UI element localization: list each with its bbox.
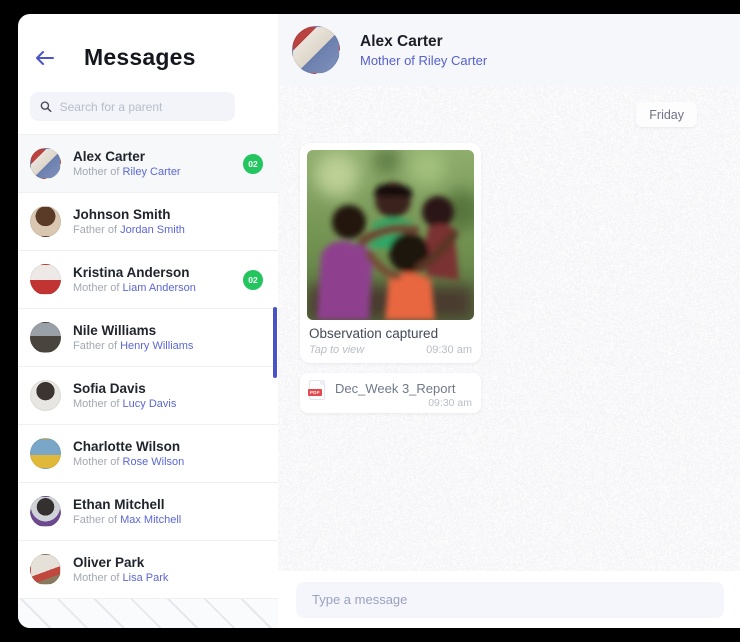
chat-message-area: Friday — [278, 86, 740, 571]
search-box — [30, 92, 235, 121]
chat-header: Alex Carter Mother of Riley Carter — [278, 14, 740, 86]
contact-name: Alex Carter — [73, 148, 243, 165]
tap-to-view-hint: Tap to view — [309, 344, 364, 356]
back-button[interactable] — [31, 47, 57, 69]
contact-name: Kristina Anderson — [73, 264, 243, 281]
search-icon — [40, 100, 52, 113]
chat-contact-name: Alex Carter — [360, 32, 487, 52]
contact-relation: Father of Max Mitchell — [73, 513, 263, 528]
contact-list: Alex Carter Mother of Riley Carter 02 Jo… — [18, 134, 278, 628]
contact-row-alex-carter[interactable]: Alex Carter Mother of Riley Carter 02 — [18, 135, 278, 193]
unread-badge: 02 — [243, 154, 263, 174]
contact-relation: Father of Jordan Smith — [73, 223, 263, 238]
avatar — [30, 322, 61, 353]
contact-name: Charlotte Wilson — [73, 438, 263, 455]
message-timestamp: 09:30 am — [428, 397, 472, 409]
contact-row-nile-williams[interactable]: Nile Williams Father of Henry Williams — [18, 309, 278, 367]
observation-photo[interactable] — [307, 150, 474, 320]
date-separator: Friday — [636, 102, 697, 127]
contact-relation: Mother of Riley Carter — [73, 165, 243, 180]
avatar — [30, 554, 61, 585]
contact-row-johnson-smith[interactable]: Johnson Smith Father of Jordan Smith — [18, 193, 278, 251]
file-message-card[interactable]: PDF Dec_Week 3_Report 09:30 am — [300, 373, 481, 413]
chat-contact-subtitle: Mother of Riley Carter — [360, 52, 487, 69]
image-message-card[interactable]: Observation captured Tap to view 09:30 a… — [300, 143, 481, 363]
search-input[interactable] — [60, 100, 225, 114]
unread-badge: 02 — [243, 270, 263, 290]
page-title: Messages — [84, 44, 196, 71]
contact-name: Ethan Mitchell — [73, 496, 263, 513]
avatar — [30, 148, 61, 179]
contact-row-kristina-anderson[interactable]: Kristina Anderson Mother of Liam Anderso… — [18, 251, 278, 309]
avatar — [30, 438, 61, 469]
arrow-left-icon — [35, 51, 54, 65]
contact-row-sofia-davis[interactable]: Sofia Davis Mother of Lucy Davis — [18, 367, 278, 425]
contact-relation: Mother of Rose Wilson — [73, 455, 263, 470]
message-composer — [278, 571, 740, 628]
avatar — [30, 496, 61, 527]
main-frame: Messages Alex Carter Mother of Riley Car… — [18, 14, 740, 628]
contact-relation: Father of Henry Williams — [73, 339, 263, 354]
contact-row-charlotte-wilson[interactable]: Charlotte Wilson Mother of Rose Wilson — [18, 425, 278, 483]
conversations-sidebar: Messages Alex Carter Mother of Riley Car… — [18, 14, 278, 628]
contact-relation: Mother of Lisa Park — [73, 571, 263, 586]
sidebar-header: Messages — [18, 14, 278, 71]
contact-row-ethan-mitchell[interactable]: Ethan Mitchell Father of Max Mitchell — [18, 483, 278, 541]
app-window: Messages Alex Carter Mother of Riley Car… — [0, 0, 740, 642]
contact-relation: Mother of Liam Anderson — [73, 281, 243, 296]
avatar — [30, 380, 61, 411]
sidebar-scrollbar-thumb[interactable] — [273, 307, 277, 378]
contact-name: Sofia Davis — [73, 380, 263, 397]
contact-row-oliver-park[interactable]: Oliver Park Mother of Lisa Park — [18, 541, 278, 599]
avatar — [292, 26, 340, 74]
pdf-file-icon: PDF — [309, 380, 325, 400]
list-bottom-strip — [18, 599, 278, 628]
avatar — [30, 264, 61, 295]
avatar — [30, 206, 61, 237]
file-name: Dec_Week 3_Report — [335, 381, 455, 396]
message-timestamp: 09:30 am — [426, 344, 472, 356]
contact-name: Nile Williams — [73, 322, 263, 339]
contact-name: Johnson Smith — [73, 206, 263, 223]
image-caption: Observation captured — [309, 326, 472, 341]
pdf-badge: PDF — [308, 389, 322, 396]
contact-name: Oliver Park — [73, 554, 263, 571]
message-input[interactable] — [296, 582, 724, 618]
chat-panel: Alex Carter Mother of Riley Carter — [278, 14, 740, 628]
contact-relation: Mother of Lucy Davis — [73, 397, 263, 412]
